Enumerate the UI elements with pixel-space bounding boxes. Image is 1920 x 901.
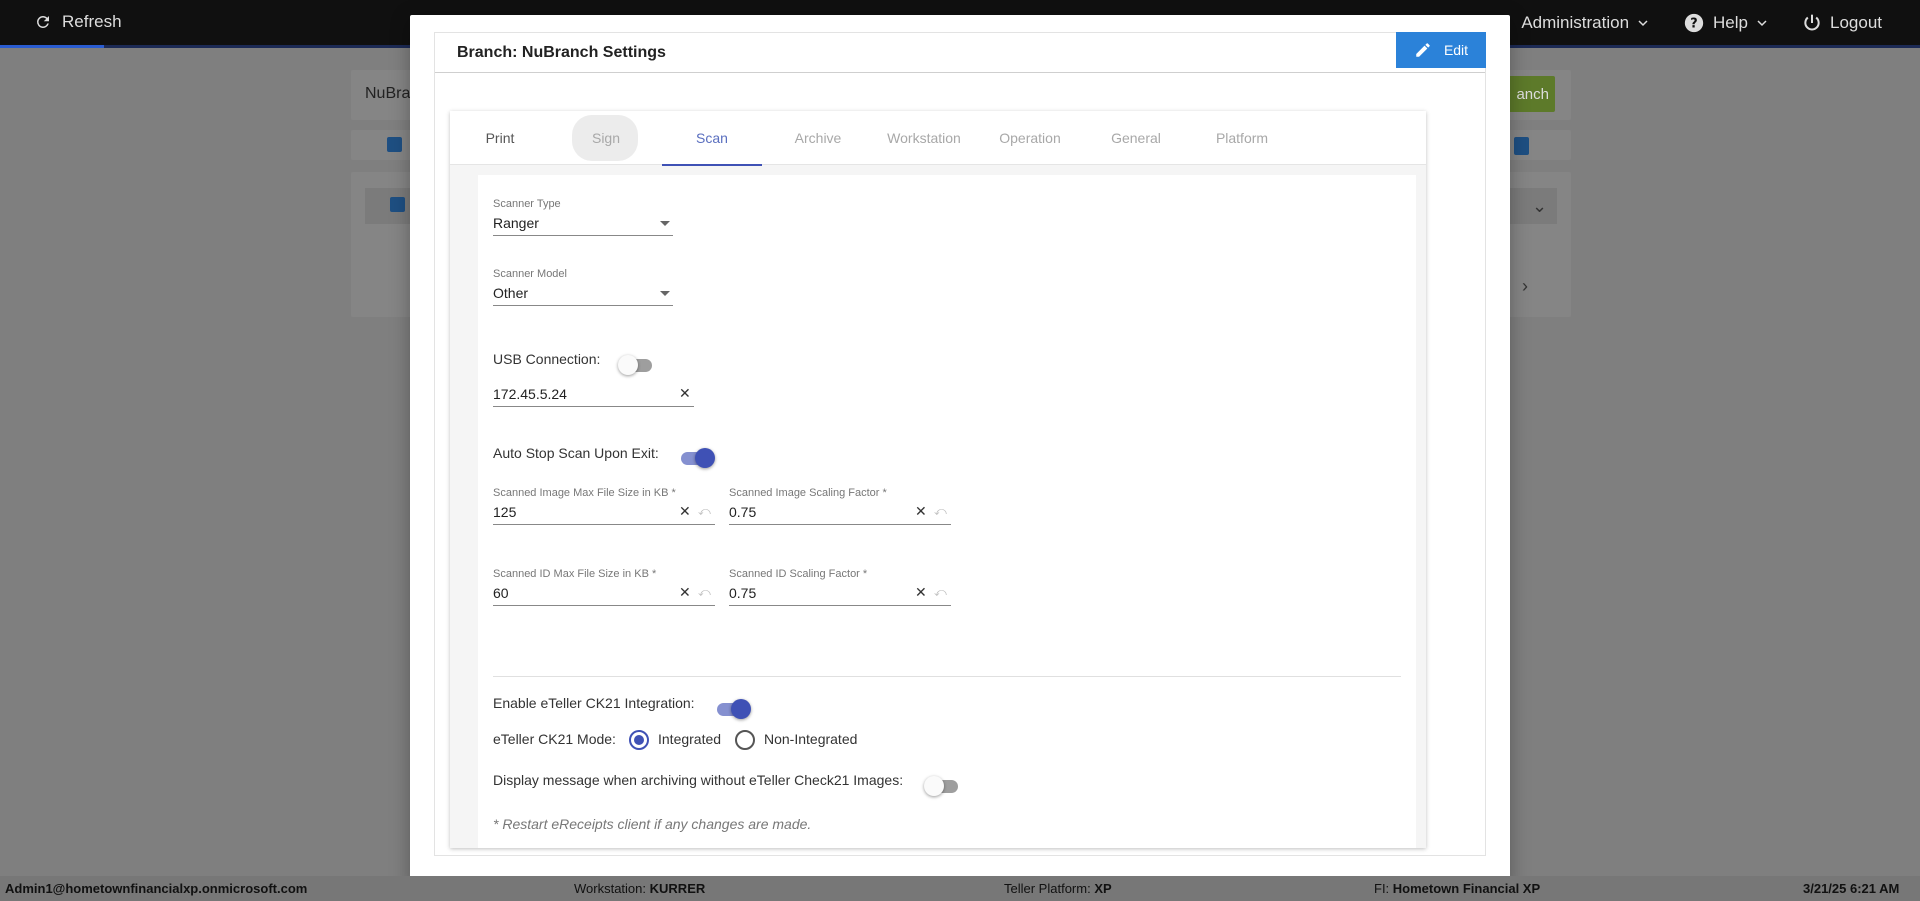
scanner-model-label: Scanner Model [493,268,567,280]
tab-operation[interactable]: Operation [980,111,1080,165]
branch-search-input[interactable]: NuBra [365,85,410,103]
auto-stop-label: Auto Stop Scan Upon Exit: [493,445,659,461]
ck21-integration-label: Enable eTeller CK21 Integration: [493,695,695,711]
dropdown-arrow-icon [660,291,670,296]
scanner-model-select[interactable]: Other [493,282,673,306]
section-divider [493,676,1401,677]
dropdown-arrow-icon [660,221,670,226]
modal-card: Branch: NuBranch Settings Edit Print Sig… [434,32,1486,856]
ck21-integration-toggle[interactable] [715,698,751,720]
chevron-down-icon [1756,17,1768,29]
undo-icon[interactable]: ⤺ [698,504,711,519]
tab-platform[interactable]: Platform [1192,111,1292,165]
power-icon [1802,13,1822,33]
id-max-size-input[interactable]: 60 ✕ ⤺ [493,582,715,606]
image-scaling-label: Scanned Image Scaling Factor * [729,487,887,499]
tab-print[interactable]: Print [450,111,550,165]
row-checkbox[interactable] [390,197,405,212]
ck21-mode-integrated-label: Integrated [658,731,722,747]
clear-icon[interactable]: ✕ [915,503,927,520]
archive-message-label: Display message when archiving without e… [493,772,904,788]
status-workstation: Workstation: KURRER [574,881,706,896]
auto-stop-toggle[interactable] [679,447,715,469]
refresh-label: Refresh [62,12,122,31]
refresh-icon [34,13,52,31]
status-user: Admin1@hometownfinancialxp.onmicrosoft.c… [5,881,308,896]
nav-help-label: Help [1713,13,1748,32]
tab-sign[interactable]: Sign [556,111,656,165]
clear-icon[interactable]: ✕ [679,503,691,520]
loading-progress [0,45,104,48]
status-fi: FI: Hometown Financial XP [1374,881,1541,896]
branch-settings-modal: Branch: NuBranch Settings Edit Print Sig… [410,15,1510,887]
tab-archive[interactable]: Archive [768,111,868,165]
scanner-ip-input[interactable]: 172.45.5.24 ✕ [493,383,694,407]
undo-icon[interactable]: ⤺ [934,504,947,519]
id-scaling-input[interactable]: 0.75 ✕ ⤺ [729,582,951,606]
ck21-mode-non-integrated-label: Non-Integrated [764,731,858,747]
modal-header: Branch: NuBranch Settings Edit [435,32,1486,73]
undo-icon[interactable]: ⤺ [698,585,711,600]
chevron-right-icon[interactable]: › [1522,276,1528,297]
settings-panel: Print Sign Scan Archive Workstation Oper… [450,111,1426,848]
clear-icon[interactable]: ✕ [679,385,691,402]
image-scaling-input[interactable]: 0.75 ✕ ⤺ [729,501,951,525]
trash-icon[interactable] [1514,137,1529,155]
tab-general[interactable]: General [1086,111,1186,165]
archive-message-toggle[interactable] [924,775,960,797]
usb-connection-toggle[interactable] [618,354,654,376]
chevron-down-icon [1637,17,1649,29]
ck21-mode-label: eTeller CK21 Mode: [493,731,616,747]
edit-label: Edit [1443,42,1469,58]
svg-text:?: ? [1690,17,1697,32]
image-max-size-input[interactable]: 125 ✕ ⤺ [493,501,715,525]
help-circle-icon: ? [1683,12,1705,34]
status-datetime: 3/21/25 6:21 AM [1803,881,1900,896]
status-bar: Admin1@hometownfinancialxp.onmicrosoft.c… [0,876,1920,901]
nav-logout[interactable]: Logout [1802,12,1882,34]
image-max-size-label: Scanned Image Max File Size in KB * [493,487,676,499]
settings-tabs: Print Sign Scan Archive Workstation Oper… [450,111,1426,166]
select-all-checkbox[interactable] [387,137,402,152]
refresh-button[interactable]: Refresh [34,12,122,32]
ck21-mode-non-integrated-radio[interactable] [735,730,755,750]
id-scaling-label: Scanned ID Scaling Factor * [729,568,868,580]
clear-icon[interactable]: ✕ [679,584,691,601]
top-nav: Administration ? Help Logout [1521,12,1882,34]
scanner-type-label: Scanner Type [493,198,561,210]
tab-scan[interactable]: Scan [662,111,762,166]
nav-help[interactable]: ? Help [1683,12,1768,34]
scan-settings-content: Scanner Type Ranger Scanner Model Other … [478,175,1416,848]
usb-connection-label: USB Connection: [493,351,601,367]
modal-title: Branch: NuBranch Settings [457,44,666,61]
edit-button[interactable]: Edit [1396,32,1486,68]
scanner-type-select[interactable]: Ranger [493,212,673,236]
restart-note: * Restart eReceipts client if any change… [493,816,812,832]
ck21-mode-integrated-radio[interactable] [629,730,649,750]
status-platform: Teller Platform: XP [1004,881,1112,896]
id-max-size-label: Scanned ID Max File Size in KB * [493,568,657,580]
clear-icon[interactable]: ✕ [915,584,927,601]
pencil-icon [1414,41,1432,59]
nav-administration[interactable]: Administration [1521,12,1649,34]
tab-workstation[interactable]: Workstation [874,111,974,165]
chevron-down-icon[interactable]: ⌄ [1532,196,1547,217]
nav-administration-label: Administration [1521,13,1630,32]
undo-icon[interactable]: ⤺ [934,585,947,600]
nav-logout-label: Logout [1830,13,1882,32]
